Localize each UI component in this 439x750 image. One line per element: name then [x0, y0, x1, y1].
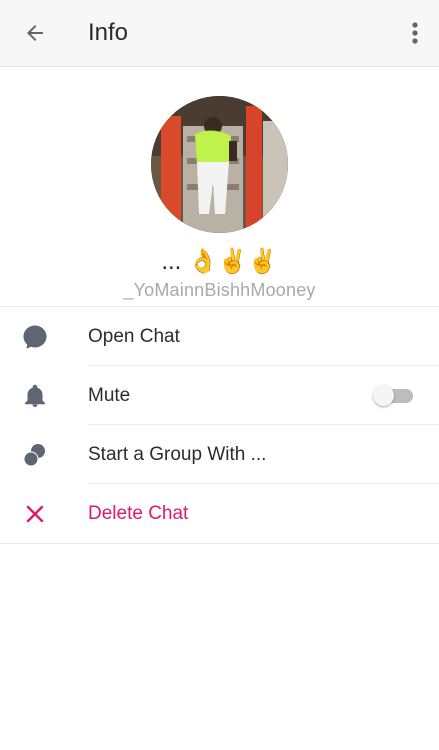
display-name: ... 👌✌️✌️ [161, 248, 278, 275]
avatar[interactable] [151, 96, 288, 233]
start-group-button[interactable]: Start a Group With ... [0, 425, 439, 484]
delete-chat-button[interactable]: Delete Chat [0, 484, 439, 543]
toggle-thumb [373, 385, 394, 406]
arrow-left-icon [27, 25, 43, 41]
bell-icon [25, 384, 45, 407]
back-button[interactable] [0, 0, 70, 66]
divider [0, 543, 439, 544]
mute-label: Mute [88, 384, 131, 406]
group-icon [23, 443, 45, 466]
page-title: Info [88, 19, 129, 46]
more-vertical-icon [412, 22, 418, 44]
mute-toggle[interactable] [373, 385, 413, 406]
more-options-button[interactable] [405, 18, 425, 48]
chat-info-screen: Info ... 👌✌️✌️ _YoMainnBishhMooney Open … [0, 0, 439, 750]
open-chat-button[interactable]: Open Chat [0, 307, 439, 366]
username: _YoMainnBishhMooney [123, 280, 316, 300]
open-chat-label: Open Chat [88, 325, 180, 347]
actions-list: Open Chat Mute Start a Group With ... De… [0, 307, 439, 544]
close-icon [26, 505, 44, 522]
start-group-label: Start a Group With ... [88, 443, 267, 465]
delete-chat-label: Delete Chat [88, 502, 189, 524]
chat-bubble-icon [23, 325, 47, 349]
mute-row[interactable]: Mute [0, 366, 439, 425]
profile-section: ... 👌✌️✌️ _YoMainnBishhMooney [0, 67, 439, 307]
avatar-photo [151, 96, 288, 233]
app-bar: Info [0, 0, 439, 67]
